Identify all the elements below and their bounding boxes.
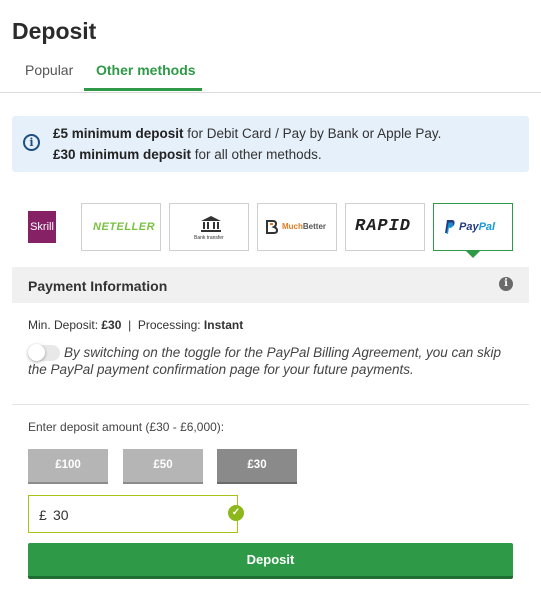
notice-line-2-text: for all other methods.	[191, 147, 322, 162]
processing-label: Processing:	[137, 318, 201, 332]
muchbetter-logo-icon	[266, 220, 278, 234]
active-tab-indicator	[84, 88, 202, 91]
toggle-knob	[28, 344, 45, 361]
processing-value: Instant	[203, 318, 244, 332]
tab-bar: Popular Other methods	[0, 52, 541, 93]
notice-line-2: £30 minimum deposit for all other method…	[53, 147, 322, 162]
method-muchbetter[interactable]: MuchBetter	[257, 203, 337, 251]
tab-popular[interactable]: Popular	[25, 62, 73, 78]
deposit-amount-field[interactable]: £ 30	[28, 495, 238, 533]
quick-amount-30-button[interactable]: £30	[217, 449, 297, 484]
neteller-logo: NETELLER	[93, 221, 156, 233]
selected-method-indicator	[466, 251, 480, 258]
paypal-logo-pal: Pal	[478, 221, 496, 233]
min-deposit-value: £30	[101, 318, 122, 332]
method-bank-transfer[interactable]: Bank transfer	[169, 203, 249, 251]
deposit-amount-value: 30	[53, 507, 69, 523]
minimum-deposit-notice: i £5 minimum deposit for Debit Card / Pa…	[12, 116, 529, 172]
divider	[12, 404, 529, 405]
notice-line-1-bold: £5 minimum deposit	[53, 126, 184, 141]
method-skrill[interactable]: Skrill	[28, 203, 72, 251]
method-paypal[interactable]: PayPal	[433, 203, 513, 251]
tab-other-methods[interactable]: Other methods	[96, 62, 196, 78]
min-deposit-label: Min. Deposit:	[28, 318, 99, 332]
deposit-limits: Min. Deposit: £30 | Processing: Instant	[28, 318, 243, 332]
quick-amount-100-button[interactable]: £100	[28, 449, 108, 484]
paypal-logo-pay: Pay	[459, 221, 479, 233]
page-title: Deposit	[12, 18, 97, 44]
rapid-logo: RAPID	[355, 217, 412, 236]
muchbetter-logo: MuchBetter	[282, 222, 326, 231]
payment-method-carousel: Skrill NETELLER Bank transfer MuchBetter…	[0, 203, 541, 259]
payment-information-header: Payment Information i	[12, 267, 529, 303]
skrill-logo: Skrill	[28, 211, 56, 243]
quick-amount-50-button[interactable]: £50	[123, 449, 203, 484]
deposit-button[interactable]: Deposit	[28, 543, 513, 579]
method-neteller[interactable]: NETELLER	[81, 203, 161, 251]
paypal-logo-icon	[445, 220, 455, 234]
notice-line-1: £5 minimum deposit for Debit Card / Pay …	[53, 126, 441, 141]
currency-symbol: £	[39, 507, 47, 523]
deposit-amount-label: Enter deposit amount (£30 - £6,000):	[28, 420, 225, 434]
muchbetter-logo-much: Much	[282, 222, 303, 231]
billing-agreement-description: By switching on the toggle for the PayPa…	[28, 345, 501, 377]
bank-icon	[201, 216, 221, 232]
paypal-logo: PayPal	[459, 221, 495, 233]
valid-check-icon: ✓	[228, 505, 244, 521]
limits-separator: |	[128, 318, 132, 332]
info-icon: i	[23, 134, 40, 151]
notice-line-1-text: for Debit Card / Pay by Bank or Apple Pa…	[183, 126, 442, 141]
billing-agreement-toggle[interactable]	[28, 344, 60, 361]
bank-transfer-caption: Bank transfer	[194, 235, 224, 241]
method-rapid[interactable]: RAPID	[345, 203, 425, 251]
notice-line-2-bold: £30 minimum deposit	[53, 147, 192, 162]
info-icon[interactable]: i	[499, 277, 513, 291]
payment-information-title: Payment Information	[28, 278, 168, 294]
muchbetter-logo-better: Better	[302, 222, 327, 231]
